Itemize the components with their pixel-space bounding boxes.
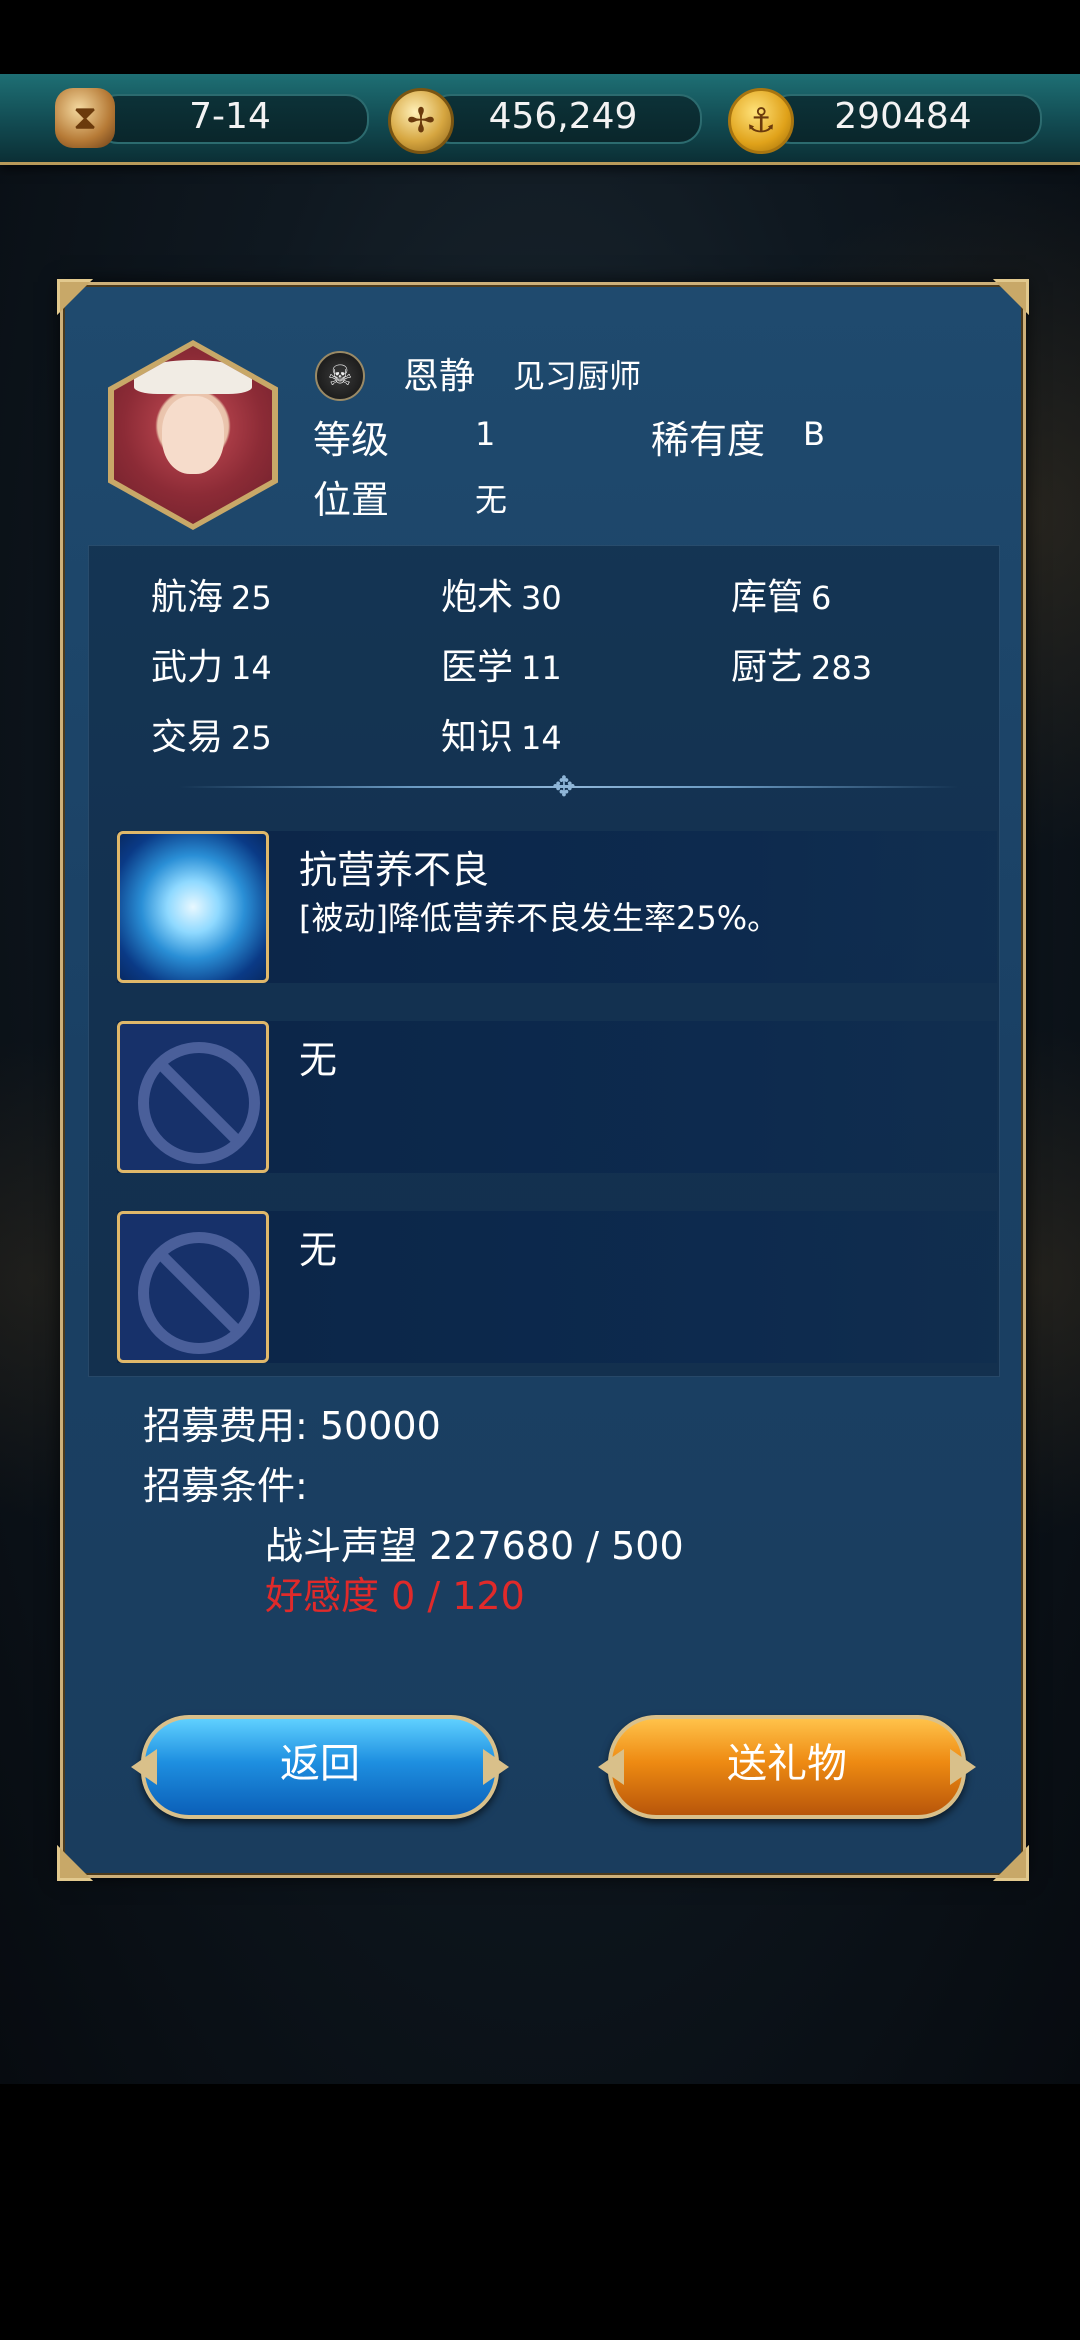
compass-icon: ✢ — [388, 88, 454, 154]
skill-name: 无 — [299, 1038, 338, 1082]
character-title: 见习厨师 — [513, 357, 642, 395]
level-value: 1 — [475, 415, 496, 453]
skill-description: [被动]降低营养不良发生率25%。 — [299, 899, 780, 937]
stats-panel: 航海 25 炮术 30 库管 6 武力 14 医学 11 厨艺 283 交易 25 知识 14 … — [88, 545, 1000, 1377]
date-value: 7-14 — [189, 96, 271, 137]
divider-ornament-icon: ✥ — [552, 770, 576, 803]
skill-slot-2[interactable]: 无 — [117, 1021, 997, 1173]
frame-corner — [993, 279, 1029, 315]
stat-navigation: 航海 25 — [151, 577, 272, 618]
rarity-value: B — [803, 415, 825, 453]
coin-value: 290484 — [834, 96, 972, 137]
stat-combat: 武力 14 — [151, 647, 272, 688]
character-name: 恩静 — [403, 356, 476, 397]
frame-corner — [993, 1845, 1029, 1881]
skill-name: 无 — [299, 1228, 338, 1272]
frame-corner — [57, 279, 93, 315]
condition-reputation: 战斗声望 227680 / 500 — [265, 1524, 684, 1568]
send-gift-button[interactable]: 送礼物 — [608, 1715, 966, 1819]
position-value: 无 — [475, 481, 508, 519]
stat-gunnery: 炮术 30 — [441, 577, 562, 618]
level-label: 等级 — [313, 418, 390, 462]
skill-slot-1[interactable]: 抗营养不良 [被动]降低营养不良发生率25%。 — [117, 831, 997, 983]
no-entry-icon — [117, 1021, 269, 1173]
stat-knowledge: 知识 14 — [441, 717, 562, 758]
stat-trade: 交易 25 — [151, 717, 272, 758]
resource-bar: 7-14 ⧗ 456,249 ✢ 290484 ⚓ — [0, 74, 1080, 165]
condition-affection: 好感度 0 / 120 — [265, 1574, 525, 1618]
recruit-conditions-label: 招募条件: — [143, 1464, 308, 1508]
stat-medicine: 医学 11 — [441, 647, 562, 688]
stomach-icon — [117, 831, 269, 983]
frame-corner — [57, 1845, 93, 1881]
skill-name: 抗营养不良 — [299, 848, 490, 892]
position-label: 位置 — [313, 478, 390, 522]
back-button[interactable]: 返回 — [141, 1715, 499, 1819]
recruit-dialog: ☠ 恩静 见习厨师 等级 1 稀有度 B 位置 无 航海 25 炮术 30 库管 6 … — [57, 279, 1029, 1881]
hourglass-icon: ⧗ — [55, 88, 115, 148]
recruit-cost: 招募费用: 50000 — [143, 1404, 441, 1448]
rarity-label: 稀有度 — [651, 418, 766, 462]
stat-cooking: 厨艺 283 — [731, 647, 873, 688]
character-portrait — [108, 340, 278, 530]
no-entry-icon — [117, 1211, 269, 1363]
skill-slot-3[interactable]: 无 — [117, 1211, 997, 1363]
anchor-icon: ⚓ — [728, 88, 794, 154]
skull-icon: ☠ — [315, 351, 365, 401]
gold-value: 456,249 — [488, 96, 638, 137]
stat-storage: 库管 6 — [731, 577, 832, 618]
